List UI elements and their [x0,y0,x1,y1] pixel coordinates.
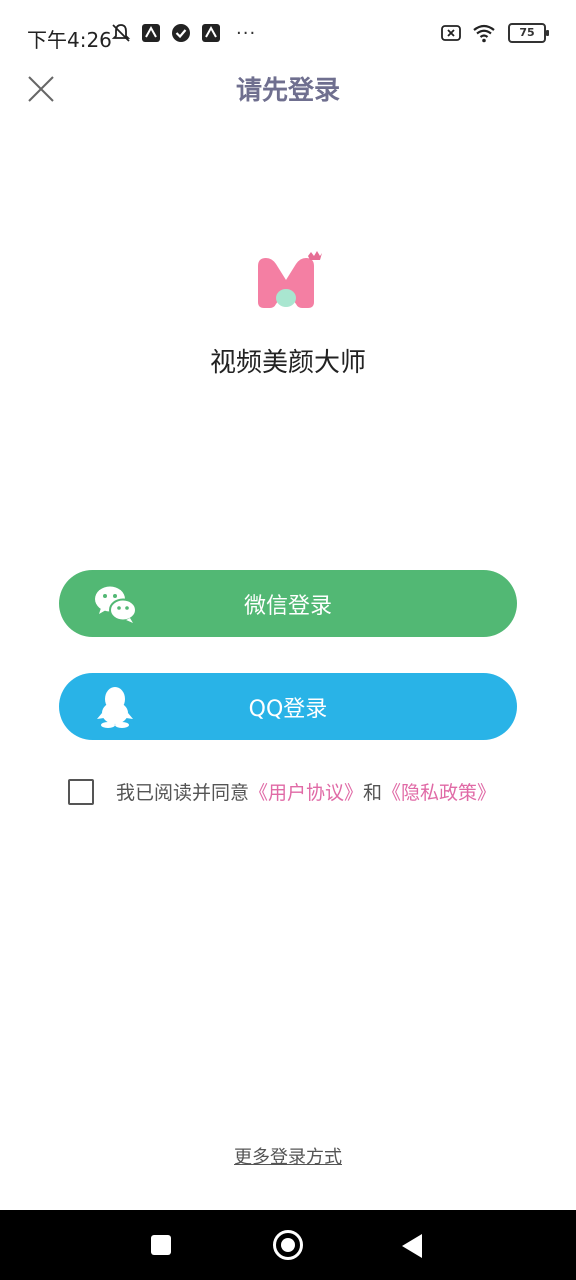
check-icon [172,24,190,42]
mute-icon [111,24,131,42]
app-icon [142,24,160,42]
wifi-icon [473,24,495,43]
status-bar: 下午4:26 ··· 75 [0,0,576,70]
status-icons-right: 75 [440,22,549,44]
wechat-login-label: 微信登录 [243,593,332,619]
status-time: 下午4:26 [27,28,112,52]
recent-apps-icon[interactable] [151,1235,171,1255]
header: 请先登录 [0,62,576,116]
navigation-bar [0,1210,576,1280]
qq-login-label: QQ登录 [248,696,328,722]
agreement-row: 我已阅读并同意 《用户协议》 和 《隐私政策》 [68,778,496,805]
sim-off-icon [441,25,461,41]
qq-icon [97,687,133,728]
app-icon [202,24,220,42]
more-notifications: ··· [236,22,257,44]
app-name: 视频美颜大师 [209,348,366,378]
agreement-text: 我已阅读并同意 [116,782,250,804]
wechat-login-button[interactable]: 微信登录 [59,570,517,637]
back-icon[interactable] [402,1234,422,1258]
agreement-conjunction: 和 [363,782,383,804]
app-logo [258,251,322,308]
more-login-link[interactable]: 更多登录方式 [0,1143,576,1169]
home-icon[interactable] [273,1230,303,1260]
user-agreement-link[interactable]: 《用户协议》 [249,778,363,805]
status-icons-left: ··· [110,22,256,44]
privacy-policy-link[interactable]: 《隐私政策》 [382,778,496,805]
page-title: 请先登录 [235,76,340,106]
wechat-icon [95,586,137,623]
battery-icon: 75 [508,23,549,43]
qq-login-button[interactable]: QQ登录 [59,673,517,740]
agreement-checkbox[interactable] [68,778,94,805]
